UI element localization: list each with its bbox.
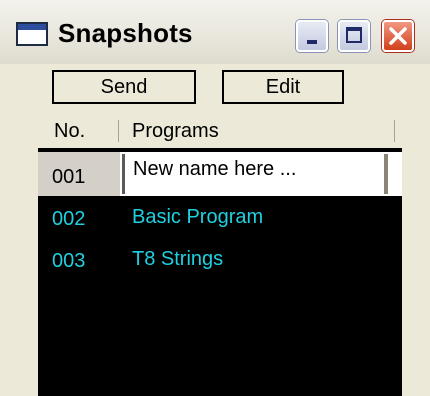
- program-name: Basic Program: [132, 206, 264, 228]
- rename-input[interactable]: New name here ...: [122, 154, 388, 194]
- programs-list[interactable]: 001 New name here ... 002 Basic Program …: [38, 148, 402, 396]
- column-divider[interactable]: [118, 120, 119, 142]
- row-number: 003: [52, 250, 86, 272]
- close-button[interactable]: [382, 20, 414, 52]
- table-row[interactable]: 003 T8 Strings: [38, 236, 402, 280]
- row-number: 002: [52, 208, 86, 230]
- close-icon: [389, 27, 407, 45]
- snapshots-window: Snapshots Send Edit No. Programs 001 New…: [0, 0, 430, 396]
- minimize-button[interactable]: [296, 20, 328, 52]
- maximize-icon: [346, 27, 362, 43]
- window-icon-bar: [18, 24, 46, 30]
- send-button[interactable]: Send: [52, 70, 196, 104]
- table-row-selected[interactable]: 001 New name here ...: [38, 152, 402, 196]
- window-title: Snapshots: [58, 18, 193, 48]
- table-row[interactable]: 002 Basic Program: [38, 194, 402, 238]
- window-icon[interactable]: [16, 22, 48, 46]
- maximize-button[interactable]: [338, 20, 370, 52]
- table-header: No. Programs: [38, 112, 402, 148]
- title-bar[interactable]: Snapshots: [0, 0, 430, 64]
- column-header-programs[interactable]: Programs: [132, 120, 219, 143]
- column-header-no[interactable]: No.: [54, 120, 85, 143]
- minimize-icon: [307, 40, 317, 44]
- programs-table: No. Programs 001 New name here ... 002 B…: [38, 112, 402, 396]
- row-number: 001: [52, 166, 86, 188]
- program-name: T8 Strings: [132, 248, 224, 270]
- column-divider-end[interactable]: [394, 120, 395, 142]
- edit-button[interactable]: Edit: [222, 70, 344, 104]
